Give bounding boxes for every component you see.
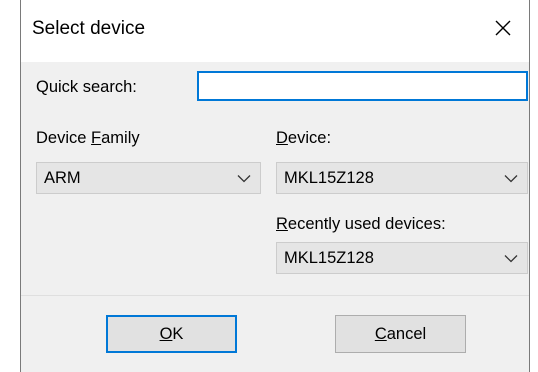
close-icon[interactable] xyxy=(489,14,517,42)
recent-devices-access-key: R xyxy=(276,215,288,233)
device-family-dropdown[interactable]: ARM xyxy=(36,162,261,194)
chevron-down-icon xyxy=(504,175,518,183)
device-value: MKL15Z128 xyxy=(284,169,374,187)
device-family-label-rest: amily xyxy=(101,129,140,147)
device-dropdown[interactable]: MKL15Z128 xyxy=(276,162,528,194)
cancel-access-key: C xyxy=(374,325,387,343)
recent-devices-value: MKL15Z128 xyxy=(284,249,374,267)
quick-search-input[interactable] xyxy=(197,71,528,101)
cancel-label-rest: ancel xyxy=(386,325,427,343)
recent-devices-label-rest: ecently used devices: xyxy=(287,215,446,233)
title-bar: Select device xyxy=(21,0,529,62)
dialog-title: Select device xyxy=(32,18,146,39)
device-family-value: ARM xyxy=(44,169,81,187)
device-label: Device: xyxy=(276,129,331,148)
select-device-dialog: Select device Quick search: Device Famil… xyxy=(20,0,530,372)
quick-search-label: Quick search: xyxy=(36,78,137,96)
device-family-label: Device Family xyxy=(36,129,140,148)
chevron-down-icon xyxy=(237,175,251,183)
ok-button[interactable]: OK xyxy=(106,315,237,353)
cancel-button[interactable]: Cancel xyxy=(335,315,466,353)
ok-label-rest: K xyxy=(172,325,184,343)
recent-devices-dropdown[interactable]: MKL15Z128 xyxy=(276,242,528,274)
device-access-key: D xyxy=(276,129,288,147)
chevron-down-icon xyxy=(504,255,518,263)
device-family-label-prefix: Device xyxy=(36,129,92,147)
footer-divider xyxy=(21,295,529,296)
recent-devices-label: Recently used devices: xyxy=(276,215,446,234)
device-family-access-key: F xyxy=(91,129,102,147)
device-label-rest: evice: xyxy=(287,129,332,147)
ok-access-key: O xyxy=(159,325,173,343)
